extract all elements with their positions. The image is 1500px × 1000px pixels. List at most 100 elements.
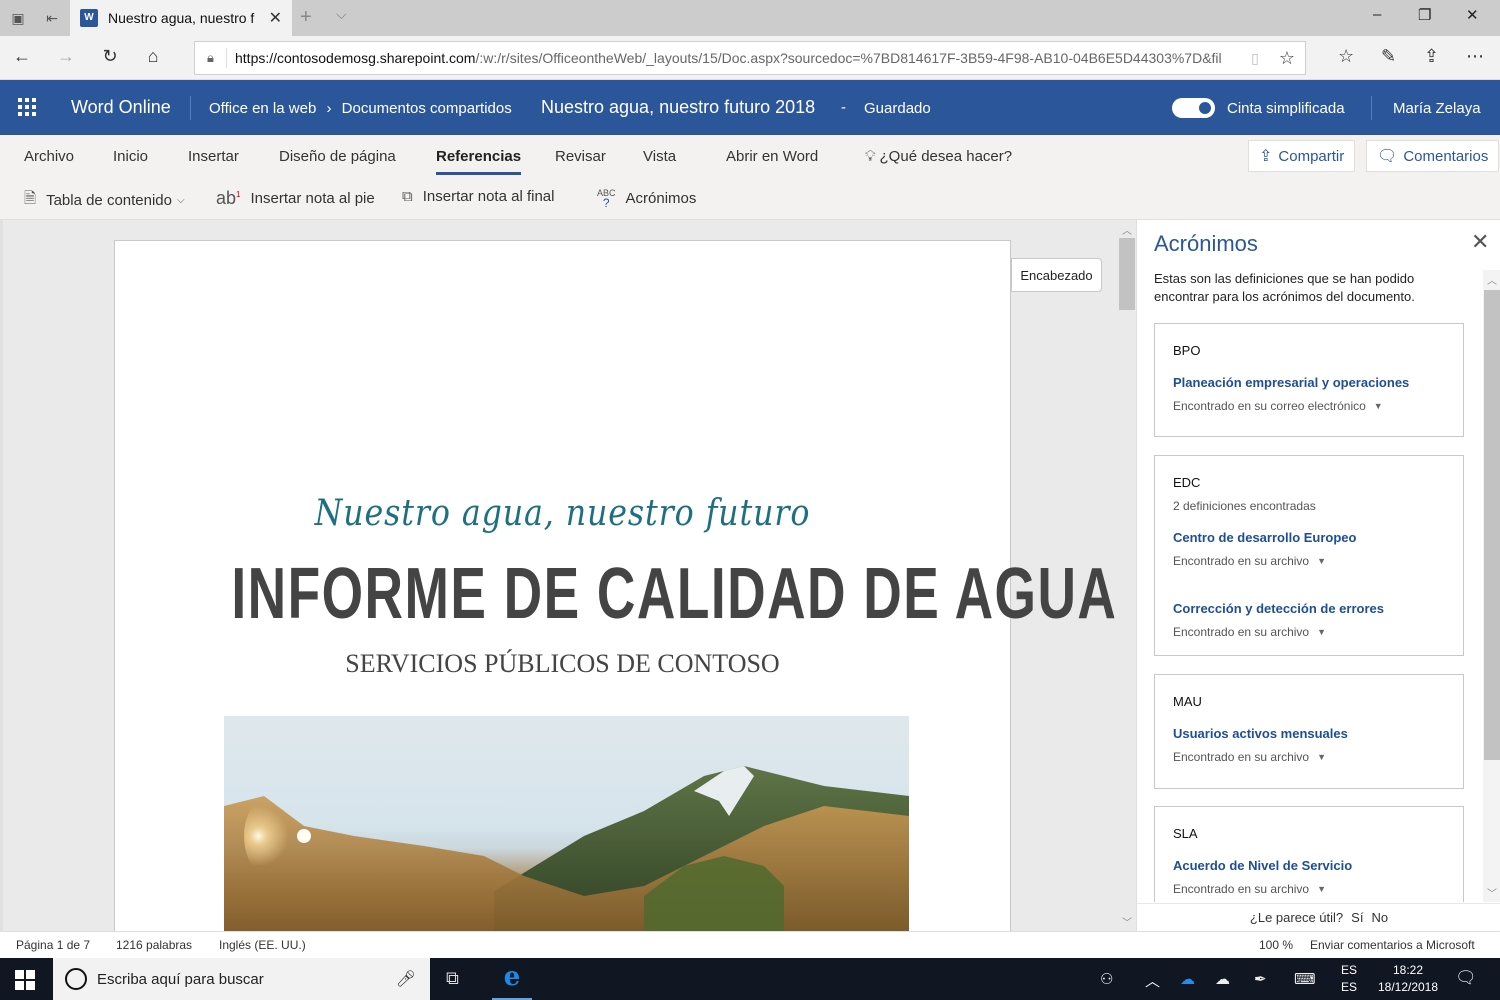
scroll-up-icon[interactable]: ︿ (1118, 222, 1136, 237)
scroll-down-icon[interactable]: ﹀ (1483, 885, 1500, 900)
refresh-icon[interactable]: ↻ (98, 46, 122, 67)
system-clock[interactable]: 18:22 18/12/2018 (1372, 962, 1444, 996)
share-label: Compartir (1278, 147, 1345, 165)
endnote-label: Insertar nota al final (422, 188, 555, 205)
edge-browser-icon[interactable]: e (490, 962, 534, 1000)
pen-notes-icon[interactable]: ✎ (1381, 46, 1396, 67)
document-title[interactable]: Nuestro agua, nuestro futuro 2018 (541, 97, 815, 118)
favorites-hub-icon[interactable]: ☆ (1338, 46, 1354, 67)
acronyms-button[interactable]: ABC? Acrónimos (597, 188, 696, 209)
insert-endnote-button[interactable]: ⧉ Insertar nota al final (402, 188, 554, 205)
back-icon[interactable]: ← (10, 46, 34, 67)
home-icon[interactable]: ⌂ (141, 46, 165, 67)
definition-source[interactable]: Encontrado en su archivo ▼ (1173, 554, 1445, 568)
address-bar[interactable]: 🔒︎ https://contosodemosg.sharepoint.com/… (194, 41, 1306, 75)
people-icon[interactable]: ⚇ (1100, 970, 1113, 988)
breadcrumb-root[interactable]: Office en la web (209, 100, 316, 117)
pane-scrollbar[interactable]: ︿ ﹀ (1483, 270, 1500, 902)
reading-view-icon[interactable]: ▯ (1241, 50, 1269, 67)
tab-inicio[interactable]: Inicio (113, 148, 148, 165)
acronym: MAU (1173, 694, 1202, 709)
set-aside-tabs-icon[interactable]: ⇤ (42, 8, 62, 28)
chevron-down-icon: ▼ (1373, 401, 1383, 411)
tab-diseno-de-pagina[interactable]: Diseño de página (279, 148, 396, 165)
language[interactable]: Inglés (EE. UU.) (219, 938, 306, 952)
microphone-icon[interactable]: 🎤︎ (396, 969, 416, 989)
word-count[interactable]: 1216 palabras (116, 938, 192, 952)
onedrive-icon[interactable]: ☁ (1215, 970, 1230, 988)
tab-referencias[interactable]: Referencias (436, 148, 522, 175)
favorite-star-icon[interactable]: ☆ (1269, 48, 1305, 69)
user-name[interactable]: María Zelaya (1393, 100, 1481, 117)
tab-archivo[interactable]: Archivo (24, 148, 74, 165)
onedrive-business-icon[interactable]: ☁ (1180, 970, 1195, 988)
feedback-no-button[interactable]: No (1371, 910, 1388, 925)
tab-preview-icon[interactable]: ▣ (8, 8, 28, 28)
pen-workspace-icon[interactable]: ✒ (1254, 970, 1267, 988)
cover-image[interactable] (224, 716, 909, 931)
close-pane-icon[interactable]: ✕ (1471, 229, 1489, 255)
definition-source[interactable]: Encontrado en su archivo ▼ (1173, 750, 1445, 764)
tab-vista[interactable]: Vista (643, 148, 676, 165)
close-tab-icon[interactable]: ✕ (269, 8, 282, 28)
comments-button[interactable]: 🗨︎ Comentarios (1366, 140, 1500, 172)
insert-footnote-button[interactable]: ab1 Insertar nota al pie (216, 188, 375, 209)
source-label: Encontrado en su archivo (1173, 750, 1310, 764)
windows-start-icon[interactable] (15, 970, 35, 990)
action-center-icon[interactable]: 🗨︎ (1455, 968, 1477, 988)
feedback-yes-button[interactable]: Sí (1351, 910, 1363, 925)
definition-link[interactable]: Acuerdo de Nivel de Servicio (1173, 858, 1445, 873)
chevron-down-icon[interactable]: ⌵ (336, 6, 347, 23)
scrollbar-thumb[interactable] (1484, 290, 1500, 760)
task-view-icon[interactable]: ⧉ (446, 968, 459, 989)
tab-insertar[interactable]: Insertar (188, 148, 239, 165)
simplified-ribbon-toggle[interactable] (1172, 98, 1215, 118)
app-launcher-icon[interactable] (18, 98, 36, 116)
forward-icon[interactable]: → (54, 46, 78, 67)
new-tab-icon[interactable]: + (300, 6, 312, 29)
share-button[interactable]: ⇪ Compartir (1248, 140, 1356, 172)
document-scrollbar[interactable]: ︿ ﹀ (1118, 220, 1136, 931)
url-text[interactable]: https://contosodemosg.sharepoint.com/:w:… (227, 50, 1241, 66)
feedback-bar: ¿Le parece útil? Sí No (1137, 903, 1500, 931)
breadcrumb-folder[interactable]: Documentos compartidos (342, 100, 512, 117)
zoom-level[interactable]: 100 % (1259, 938, 1293, 952)
share-icon[interactable]: ⇪ (1424, 46, 1439, 67)
chevron-down-icon: ▼ (1317, 627, 1327, 637)
input-language[interactable]: ES ES (1341, 962, 1357, 996)
app-name[interactable]: Word Online (71, 97, 171, 118)
definition-source[interactable]: Encontrado en su correo electrónico ▼ (1173, 399, 1445, 413)
definition-source[interactable]: Encontrado en su archivo ▼ (1173, 882, 1445, 896)
more-icon[interactable]: ⋯ (1466, 46, 1484, 67)
definition-link[interactable]: Planeación empresarial y operaciones (1173, 375, 1445, 390)
close-window-icon[interactable]: ✕ (1466, 6, 1479, 24)
browser-tab[interactable]: W Nuestro agua, nuestro f ✕ (70, 0, 292, 36)
table-of-contents-button[interactable]: 🗎︎ Tabla de contenido ⌵ (24, 188, 185, 213)
send-feedback-link[interactable]: Enviar comentarios a Microsoft (1310, 938, 1475, 952)
lightbulb-icon: 💡︎ (865, 148, 876, 165)
show-hidden-icons-chevron[interactable]: ︿ (1145, 970, 1160, 991)
tell-me-search[interactable]: 💡︎ ¿Qué desea hacer? (865, 148, 1012, 165)
lock-icon[interactable]: 🔒︎ (195, 48, 227, 68)
acronym: SLA (1173, 826, 1198, 841)
status-bar: Página 1 de 7 1216 palabras Inglés (EE. … (0, 931, 1500, 958)
header-tag[interactable]: Encabezado (1011, 258, 1102, 292)
document-canvas: Nuestro agua, nuestro futuro INFORME DE … (0, 220, 1118, 931)
scroll-up-icon[interactable]: ︿ (1483, 272, 1500, 287)
definition-link[interactable]: Corrección y detección de errores (1173, 601, 1445, 616)
scroll-down-icon[interactable]: ﹀ (1118, 914, 1136, 929)
tab-revisar[interactable]: Revisar (555, 148, 606, 165)
definition-source[interactable]: Encontrado en su archivo ▼ (1173, 625, 1445, 639)
tab-abrir-en-word[interactable]: Abrir en Word (726, 148, 818, 165)
minimize-icon[interactable]: – (1373, 6, 1381, 23)
clock-time: 18:22 (1392, 963, 1424, 977)
restore-icon[interactable]: ❐ (1418, 6, 1431, 24)
definition-link[interactable]: Usuarios activos mensuales (1173, 726, 1445, 741)
chevron-down-icon: ▼ (1317, 884, 1327, 894)
touch-keyboard-icon[interactable]: ⌨ (1294, 970, 1316, 988)
scrollbar-thumb[interactable] (1119, 238, 1135, 310)
taskbar-search[interactable]: Escriba aquí para buscar 🎤︎ (53, 958, 430, 1000)
definition-link[interactable]: Centro de desarrollo Europeo (1173, 530, 1445, 545)
source-label: Encontrado en su archivo (1173, 554, 1310, 568)
document-page[interactable]: Nuestro agua, nuestro futuro INFORME DE … (114, 240, 1116, 931)
